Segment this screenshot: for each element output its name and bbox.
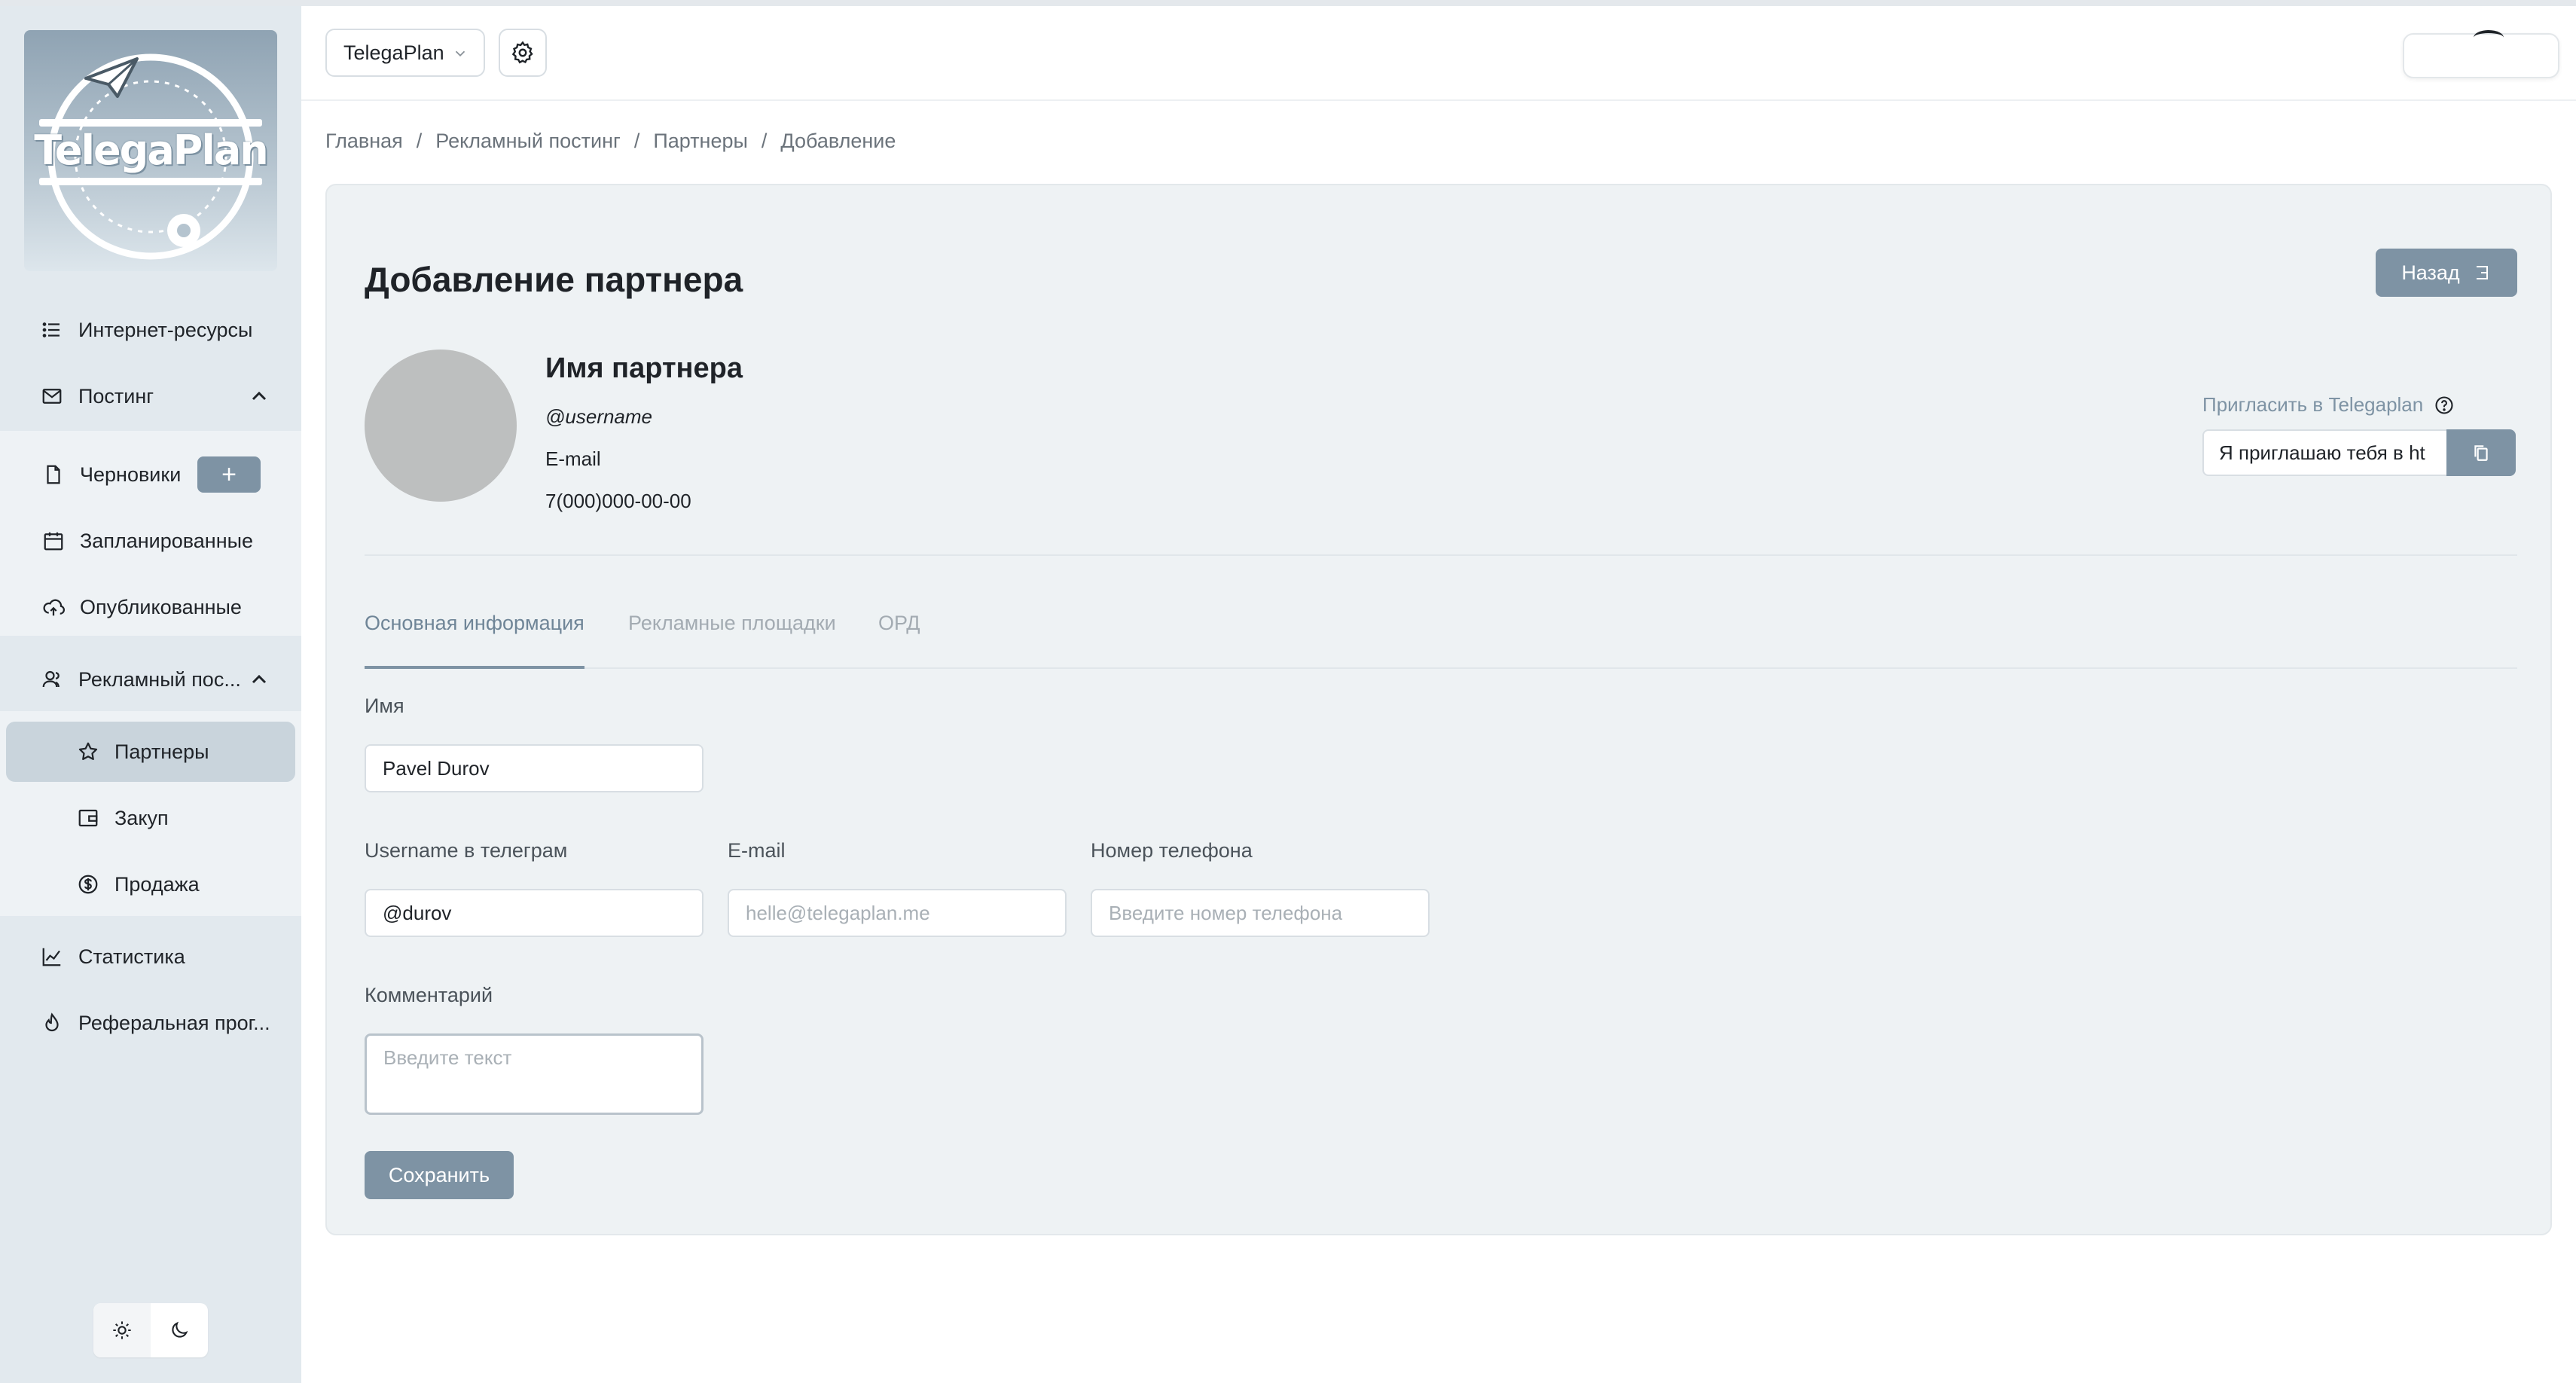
breadcrumb-current: Добавление (780, 130, 896, 152)
sidebar-item-label: Постинг (78, 384, 154, 408)
phone-label: Номер телефона (1091, 839, 1253, 862)
dark-theme-button[interactable] (151, 1303, 208, 1357)
sidebar-item-label: Закуп (114, 806, 169, 829)
sidebar-item-statistics[interactable]: Статистика (0, 924, 301, 990)
tab-main-info[interactable]: Основная информация (365, 612, 584, 669)
sidebar: TelegaPlan Интернет-ресурсы Постинг Черн… (0, 6, 301, 1383)
partner-name: Имя партнера (545, 353, 743, 384)
wallet-icon (75, 805, 101, 831)
top-border (0, 0, 2576, 6)
save-button[interactable]: Сохранить (365, 1151, 514, 1199)
page-title: Добавление партнера (365, 260, 743, 299)
sidebar-item-posting[interactable]: Постинг (0, 363, 301, 429)
moon-icon (172, 1321, 188, 1338)
sidebar-item-label: Интернет-ресурсы (78, 318, 253, 341)
add-partner-card: Добавление партнера Назад Имя партнера @… (325, 184, 2552, 1235)
project-select-value: TelegaPlan (343, 41, 444, 64)
sidebar-item-label: Продажа (114, 872, 200, 896)
calendar-icon (41, 528, 66, 554)
partner-email: E-mail (545, 447, 601, 470)
sidebar-item-sale[interactable]: Продажа (0, 851, 301, 917)
back-button-label: Назад (2401, 261, 2460, 284)
theme-switch[interactable] (93, 1303, 208, 1357)
sidebar-item-label: Реферальная прог... (78, 1011, 270, 1034)
exit-icon (2476, 266, 2488, 279)
breadcrumb-ad-posting[interactable]: Рекламный постинг (435, 130, 621, 153)
email-label: E-mail (728, 839, 786, 862)
chevron-up-icon[interactable] (247, 384, 271, 408)
back-button[interactable]: Назад (2376, 249, 2517, 297)
cloud-upload-icon (41, 594, 66, 620)
sidebar-item-label: Рекламный пос... (78, 667, 241, 691)
sun-icon (113, 1321, 131, 1339)
chevron-down-icon (455, 50, 465, 57)
phone-input[interactable]: Введите номер телефона (1091, 889, 1430, 937)
gear-icon (511, 41, 533, 64)
chevron-up-icon[interactable] (247, 667, 271, 692)
sidebar-item-purchase[interactable]: Закуп (0, 785, 301, 851)
sidebar-item-ad-posting[interactable]: Рекламный пос... (0, 646, 301, 713)
divider (365, 554, 2517, 556)
mail-icon (39, 383, 65, 409)
tab-ad-platforms[interactable]: Рекламные площадки (628, 612, 836, 669)
invite-label-text: Пригласить в Telegaplan (2202, 393, 2424, 416)
copy-icon (2474, 445, 2488, 461)
copy-invite-button[interactable] (2446, 429, 2516, 476)
sidebar-item-referral[interactable]: Реферальная прог... (0, 990, 301, 1056)
partner-phone: 7(000)000-00-00 (545, 490, 691, 512)
sidebar-item-published[interactable]: Опубликованные (0, 574, 301, 640)
name-input[interactable]: Pavel Durov (365, 744, 704, 792)
invite-label: Пригласить в Telegaplan (2202, 393, 2455, 417)
brand-logo[interactable]: TelegaPlan (24, 30, 277, 271)
partner-tabs: Основная информация Рекламные площадки О… (365, 612, 2517, 669)
light-theme-button[interactable] (93, 1303, 151, 1357)
comment-label: Комментарий (365, 984, 493, 1006)
partner-username: @username (545, 405, 653, 428)
comment-textarea[interactable]: Введите текст (365, 1033, 704, 1115)
users-icon (39, 667, 65, 692)
add-draft-button[interactable]: + (197, 456, 261, 493)
sidebar-item-drafts[interactable]: Черновики + (0, 441, 301, 508)
chart-icon (39, 944, 65, 969)
tab-ord[interactable]: ОРД (878, 612, 920, 669)
breadcrumb-home[interactable]: Главная (325, 130, 403, 153)
username-input[interactable]: @durov (365, 889, 704, 937)
sidebar-item-label: Черновики (80, 463, 182, 486)
file-icon (41, 462, 66, 487)
breadcrumb-separator: / (416, 130, 423, 152)
sidebar-item-label: Запланированные (80, 529, 254, 552)
settings-button[interactable] (499, 29, 547, 77)
sidebar-item-partners[interactable]: Партнеры (0, 719, 301, 785)
username-label: Username в телеграм (365, 839, 568, 862)
breadcrumb-separator: / (633, 130, 640, 152)
breadcrumb: Главная / Рекламный постинг / Партнеры /… (325, 130, 896, 153)
breadcrumb-partners[interactable]: Партнеры (653, 130, 748, 153)
user-menu[interactable] (2403, 30, 2559, 78)
breadcrumb-separator: / (761, 130, 768, 152)
drop-icon (39, 1010, 65, 1036)
invite-link-input[interactable]: Я приглашаю тебя в ht (2202, 429, 2448, 476)
dollar-icon (75, 872, 101, 897)
sidebar-item-label: Партнеры (114, 740, 209, 763)
star-icon (75, 739, 101, 765)
sidebar-item-resources[interactable]: Интернет-ресурсы (0, 297, 301, 363)
top-header: TelegaPlan (301, 6, 2576, 101)
sidebar-item-label: Опубликованные (80, 595, 242, 618)
project-select[interactable]: TelegaPlan (325, 29, 485, 77)
logo-text: TelegaPlan (34, 127, 268, 174)
sidebar-item-scheduled[interactable]: Запланированные (0, 508, 301, 574)
partner-avatar (365, 350, 517, 502)
sidebar-item-label: Статистика (78, 945, 185, 968)
email-input[interactable]: helle@telegaplan.me (728, 889, 1067, 937)
help-icon[interactable] (2434, 395, 2455, 416)
avatar (2474, 30, 2504, 45)
name-label: Имя (365, 695, 404, 717)
list-icon (39, 317, 65, 343)
